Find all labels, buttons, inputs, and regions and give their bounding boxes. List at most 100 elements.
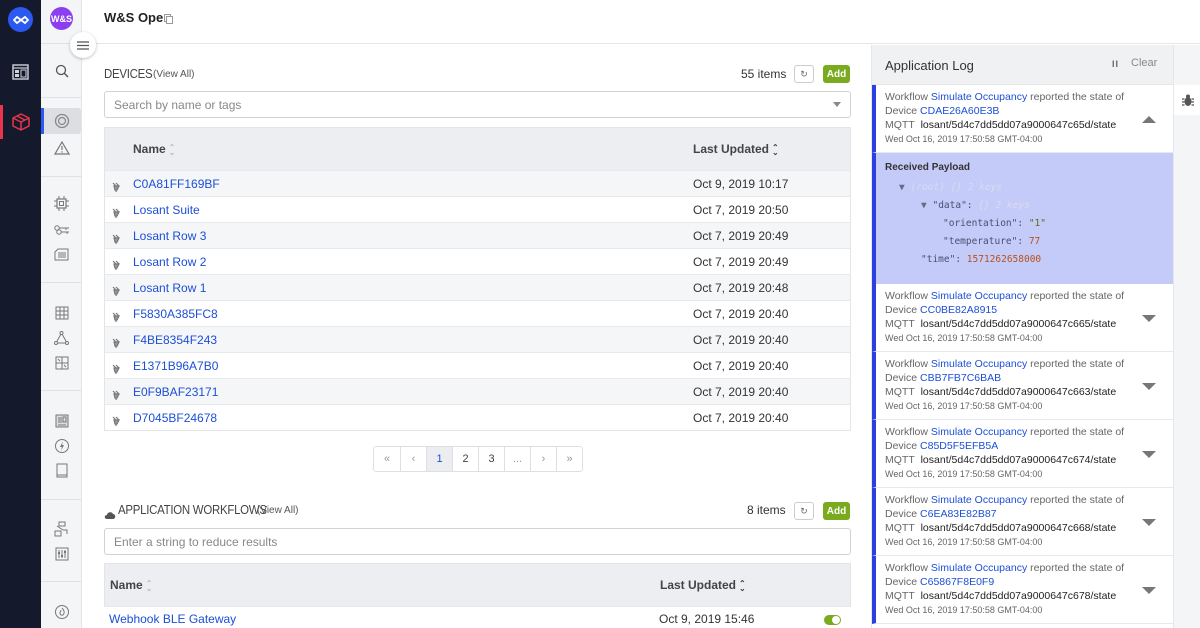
workflows-add-button[interactable]: Add — [823, 502, 850, 520]
column-header-last-updated[interactable]: Last Updated ⌃ ⌄ — [660, 578, 746, 592]
device-link[interactable]: CC0BE82A8915 — [920, 304, 997, 316]
pause-icon[interactable]: II — [1112, 59, 1119, 69]
edge-compute-icon[interactable] — [51, 244, 72, 265]
dashboard-icon[interactable] — [0, 55, 41, 89]
device-name-link[interactable]: E1371B96A7B0 — [133, 359, 218, 373]
copy-icon[interactable] — [164, 11, 173, 29]
resources-icon[interactable] — [51, 601, 72, 622]
experiences-icon[interactable] — [51, 352, 72, 373]
workflows-refresh-button[interactable]: ↻ — [794, 502, 814, 520]
column-header-name[interactable]: Name ⌃ ⌄ — [133, 142, 175, 156]
table-row[interactable]: Losant Row 3 Oct 7, 2019 20:49 — [105, 222, 850, 248]
clear-log-button[interactable]: Clear — [1131, 57, 1157, 69]
tree-toggle-icon[interactable]: ▼ — [899, 182, 905, 193]
column-header-name[interactable]: Name ⌃ ⌄ — [110, 578, 152, 592]
integrations-icon[interactable] — [51, 518, 72, 539]
sort-icon[interactable]: ⌃ ⌄ — [772, 143, 779, 156]
workflow-enabled-toggle[interactable] — [824, 615, 841, 625]
collapse-arrow-icon[interactable] — [1142, 116, 1156, 123]
menu-toggle-button[interactable] — [70, 32, 96, 58]
device-name-link[interactable]: F4BE8354F243 — [133, 333, 217, 347]
table-row[interactable]: Losant Row 1 Oct 7, 2019 20:48 — [105, 274, 850, 300]
table-row[interactable]: Losant Row 2 Oct 7, 2019 20:49 — [105, 248, 850, 274]
workflow-link[interactable]: Simulate Occupancy — [931, 358, 1027, 370]
log-entry[interactable]: Workflow Simulate Occupancy reported the… — [872, 284, 1173, 352]
devices-add-button[interactable]: Add — [823, 65, 850, 83]
table-row[interactable]: E1371B96A7B0 Oct 7, 2019 20:40 — [105, 352, 850, 378]
log-entry[interactable]: Workflow Simulate Occupancy reported the… — [872, 352, 1173, 420]
devices-icon[interactable] — [51, 193, 72, 214]
expand-arrow-icon[interactable] — [1142, 519, 1156, 526]
data-tables-icon[interactable] — [51, 302, 72, 323]
search-icon[interactable] — [51, 60, 72, 81]
workflow-link[interactable]: Simulate Occupancy — [931, 91, 1027, 103]
dropdown-caret-icon[interactable] — [833, 102, 841, 107]
page-button[interactable]: 1 — [426, 447, 452, 471]
page-button[interactable]: 2 — [452, 447, 478, 471]
overview-icon[interactable] — [41, 108, 81, 134]
table-row[interactable]: E0F9BAF23171 Oct 7, 2019 20:40 — [105, 378, 850, 404]
device-name-link[interactable]: Losant Row 3 — [133, 229, 206, 243]
expand-arrow-icon[interactable] — [1142, 383, 1156, 390]
expand-arrow-icon[interactable] — [1142, 315, 1156, 322]
device-link[interactable]: C85D5F5EFB5A — [920, 440, 998, 452]
devices-search-input[interactable]: Search by name or tags — [104, 91, 851, 118]
debug-tab[interactable] — [1174, 85, 1200, 115]
applications-icon[interactable] — [0, 105, 41, 139]
page-button[interactable]: › — [530, 447, 556, 471]
table-row[interactable]: Losant Suite Oct 7, 2019 20:50 — [105, 196, 850, 222]
workflows-icon[interactable] — [51, 327, 72, 348]
page-button[interactable]: » — [556, 447, 582, 471]
alerts-icon[interactable] — [51, 137, 72, 158]
page-button[interactable]: « — [374, 447, 400, 471]
device-name-link[interactable]: F5830A385FC8 — [133, 307, 218, 321]
device-name-link[interactable]: D7045BF24678 — [133, 411, 217, 425]
log-entry[interactable]: Workflow Simulate Occupancy reported the… — [872, 420, 1173, 488]
workflow-link[interactable]: Simulate Occupancy — [931, 290, 1027, 302]
device-link[interactable]: C65867F8E0F9 — [920, 576, 994, 588]
mqtt-topic: losant/5d4c7dd5dd07a9000647c663/state — [920, 386, 1117, 398]
device-name-link[interactable]: E0F9BAF23171 — [133, 385, 218, 399]
dashboards-icon[interactable] — [51, 410, 72, 431]
devices-view-all-link[interactable]: (View All) — [153, 69, 195, 80]
device-link[interactable]: CBB7FB7C6BAB — [920, 372, 1001, 384]
settings-icon[interactable] — [51, 543, 72, 564]
workflow-link[interactable]: Simulate Occupancy — [931, 426, 1027, 438]
sort-icon[interactable]: ⌃ ⌄ — [169, 143, 176, 156]
log-entry[interactable]: Workflow Simulate Occupancy reported the… — [872, 488, 1173, 556]
notebooks-icon[interactable] — [51, 435, 72, 456]
workflow-link[interactable]: Simulate Occupancy — [931, 494, 1027, 506]
access-keys-icon[interactable] — [51, 219, 72, 240]
device-link[interactable]: C6EA83E82B87 — [920, 508, 996, 520]
workflows-filter-input[interactable]: Enter a string to reduce results — [104, 528, 851, 555]
app-avatar[interactable]: W&S — [50, 7, 73, 30]
table-row[interactable]: D7045BF24678 Oct 7, 2019 20:40 — [105, 404, 850, 430]
workflow-link[interactable]: Simulate Occupancy — [931, 562, 1027, 574]
table-row[interactable]: F4BE8354F243 Oct 7, 2019 20:40 — [105, 326, 850, 352]
table-row[interactable]: C0A81FF169BF Oct 9, 2019 10:17 — [105, 170, 850, 196]
device-last-updated: Oct 7, 2019 20:49 — [693, 229, 789, 243]
sort-icon[interactable]: ⌃ ⌄ — [146, 579, 153, 592]
files-icon[interactable] — [51, 460, 72, 481]
log-entry[interactable]: Workflow Simulate Occupancy reported the… — [872, 556, 1173, 624]
page-button[interactable]: ... — [504, 447, 530, 471]
sort-icon[interactable]: ⌃ ⌄ — [739, 579, 746, 592]
device-link[interactable]: CDAE26A60E3B — [920, 105, 999, 117]
device-name-link[interactable]: C0A81FF169BF — [133, 177, 220, 191]
tree-toggle-icon[interactable]: ▼ — [921, 200, 927, 211]
workflow-name-link[interactable]: Webhook BLE Gateway — [109, 612, 236, 626]
expand-arrow-icon[interactable] — [1142, 587, 1156, 594]
column-header-last-updated[interactable]: Last Updated ⌃ ⌄ — [693, 142, 779, 156]
table-row[interactable]: F5830A385FC8 Oct 7, 2019 20:40 — [105, 300, 850, 326]
workflows-view-all-link[interactable]: (View All) — [257, 505, 299, 516]
logo-icon[interactable] — [8, 7, 33, 32]
page-button[interactable]: ‹ — [400, 447, 426, 471]
log-entry[interactable]: Workflow Simulate Occupancy reported the… — [872, 85, 1173, 153]
expand-arrow-icon[interactable] — [1142, 451, 1156, 458]
device-name-link[interactable]: Losant Suite — [133, 203, 200, 217]
device-name-link[interactable]: Losant Row 2 — [133, 255, 206, 269]
device-name-link[interactable]: Losant Row 1 — [133, 281, 206, 295]
workflow-row[interactable]: Webhook BLE Gateway Oct 9, 2019 15:46 — [104, 606, 851, 628]
page-button[interactable]: 3 — [478, 447, 504, 471]
devices-refresh-button[interactable]: ↻ — [794, 65, 814, 83]
